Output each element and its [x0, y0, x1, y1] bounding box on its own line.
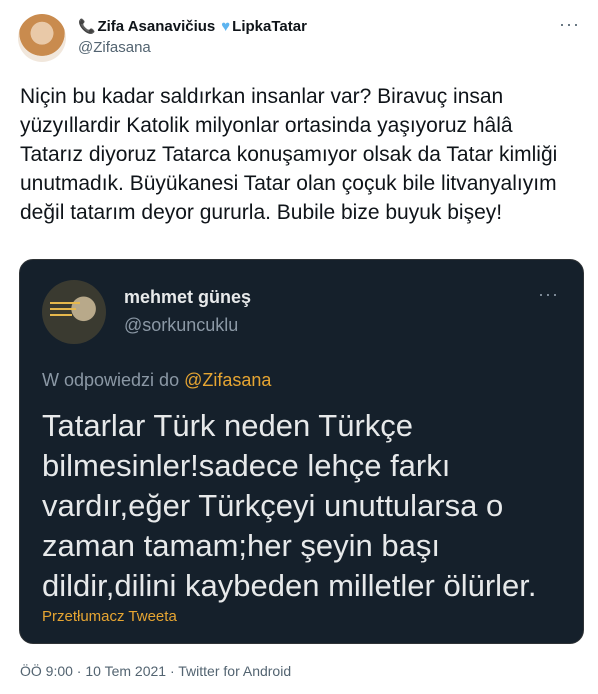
- reply-mention: @Zifasana: [184, 370, 272, 390]
- author-handle[interactable]: @Zifasana: [78, 39, 151, 56]
- tweet-source[interactable]: Twitter for Android: [178, 663, 291, 679]
- tweet-date[interactable]: 10 Tem 2021: [85, 663, 166, 679]
- meta-separator: ·: [166, 663, 179, 679]
- blue-heart-icon: ♥: [221, 18, 231, 35]
- tweet-time[interactable]: ÖÖ 9:00: [20, 663, 73, 679]
- tweet: 📞 Zifa Asanavičius ♥ LipkaTatar @Zifasan…: [0, 0, 598, 694]
- quoted-author-handle: @sorkuncuklu: [124, 315, 239, 335]
- author-name-row[interactable]: 📞 Zifa Asanavičius ♥ LipkaTatar: [78, 18, 307, 35]
- quoted-more-icon: ···: [538, 284, 559, 304]
- author-name-suffix[interactable]: LipkaTatar: [232, 18, 307, 35]
- quoted-reply-context: W odpowiedzi do @Zifasana: [42, 370, 271, 391]
- author-display-name[interactable]: Zifa Asanavičius: [97, 18, 215, 35]
- quoted-tweet-text: Tatarlar Türk neden Türkçe bilmesinler!s…: [42, 408, 537, 603]
- more-options-icon[interactable]: ···: [559, 14, 580, 35]
- tweet-meta: ÖÖ 9:00 · 10 Tem 2021 · Twitter for Andr…: [20, 663, 291, 679]
- translate-tweet-link: Przetłumacz Tweeta: [42, 608, 177, 625]
- phone-icon: 📞: [78, 18, 96, 34]
- reply-prefix: W odpowiedzi do: [42, 370, 180, 390]
- quoted-tweet-image[interactable]: mehmet güneş @sorkuncuklu ··· W odpowied…: [19, 259, 584, 644]
- meta-separator: ·: [72, 663, 86, 679]
- tweet-text: Niçin bu kadar saldırkan insanlar var? B…: [20, 85, 558, 224]
- quoted-author-name: mehmet güneş: [124, 287, 252, 307]
- quoted-author-avatar: [42, 280, 106, 344]
- author-avatar[interactable]: [18, 14, 66, 62]
